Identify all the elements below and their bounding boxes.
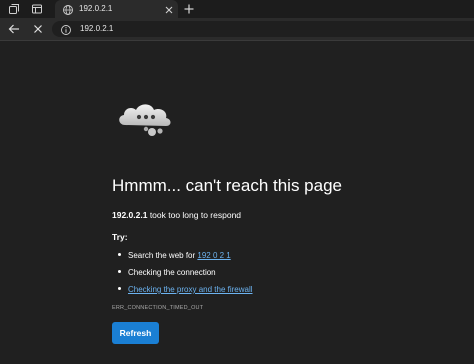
plus-icon[interactable] (182, 2, 196, 16)
error-message-text: took too long to respond (147, 210, 242, 220)
refresh-button[interactable]: Refresh (112, 322, 159, 344)
error-page: Hmmm... can't reach this page 192.0.2.1 … (0, 41, 474, 364)
error-headline: Hmmm... can't reach this page (112, 176, 342, 195)
tab-actions-icon[interactable] (30, 2, 44, 16)
error-message: 192.0.2.1 took too long to respond (112, 210, 241, 220)
back-arrow-icon[interactable] (7, 22, 21, 36)
workspaces-icon[interactable] (7, 2, 21, 16)
info-icon[interactable] (60, 23, 72, 35)
bullet (118, 253, 121, 257)
tab-title: 192.0.2.1 (79, 4, 113, 13)
stop-icon[interactable] (31, 22, 45, 36)
list-item: Checking the connection (118, 268, 216, 277)
try-label: Try: (112, 232, 128, 242)
check-connection-text: Checking the connection (128, 268, 216, 277)
error-host: 192.0.2.1 (112, 210, 148, 220)
search-web-link[interactable]: 192 0 2 1 (197, 251, 230, 260)
address-bar[interactable]: 192.0.2.1 (52, 21, 474, 37)
toolbar: 192.0.2.1 (0, 18, 474, 41)
check-proxy-link[interactable]: Checking the proxy and the firewall (128, 285, 253, 294)
close-icon[interactable] (163, 3, 175, 15)
list-item: Search the web for 192 0 2 1 (118, 251, 231, 260)
bullet (118, 287, 121, 291)
cloud-icon (115, 99, 177, 141)
search-prefix: Search the web for (128, 251, 198, 260)
tab-active[interactable]: 192.0.2.1 (55, 0, 178, 18)
globe-icon (62, 3, 74, 15)
list-item: Checking the proxy and the firewall (118, 285, 253, 294)
address-text[interactable]: 192.0.2.1 (80, 24, 113, 33)
title-bar: 192.0.2.1 (0, 0, 474, 18)
bullet (118, 270, 121, 274)
error-code: ERR_CONNECTION_TIMED_OUT (112, 305, 204, 311)
